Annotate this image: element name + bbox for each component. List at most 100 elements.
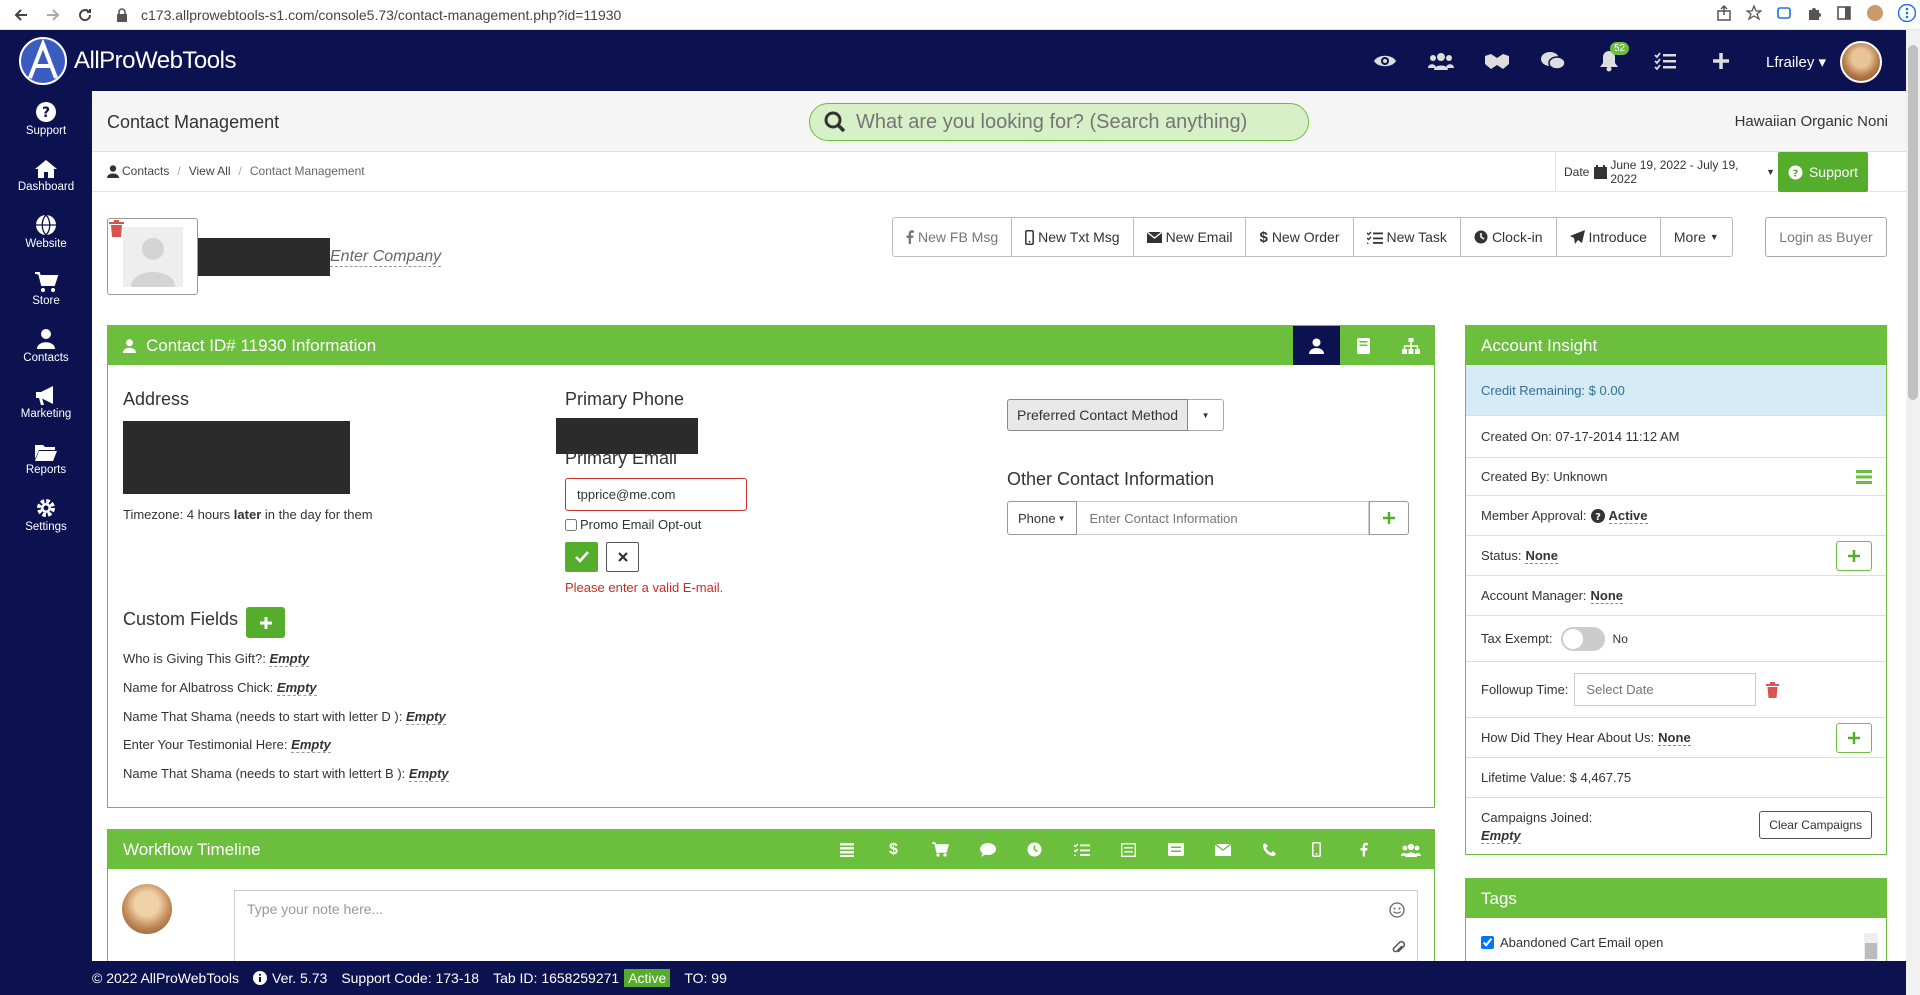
redacted-address[interactable] [123,421,350,494]
introduce-button[interactable]: Introduce [1555,217,1661,257]
email-field[interactable] [565,478,747,511]
note-icon[interactable] [1152,830,1199,869]
status-value[interactable]: None [1525,548,1558,564]
note-input[interactable]: Type your note here... [234,890,1418,970]
sidebar-item-reports[interactable]: Reports [0,431,92,488]
member-approval-value[interactable]: Active [1608,508,1648,524]
share-icon[interactable] [1716,5,1732,21]
date-range-picker[interactable]: Date June 19, 2022 - July 19, 2022 ▼ [1555,152,1775,192]
tags-scrollbar[interactable] [1864,933,1878,963]
sidebar-item-support[interactable]: ? Support [0,91,92,148]
tab-hierarchy-sitemap-icon[interactable] [1387,326,1434,365]
scrollbar-thumb[interactable] [1908,45,1918,400]
add-custom-field-button[interactable] [246,607,285,638]
tab-contact-user-icon[interactable] [1293,326,1340,365]
dollar-icon[interactable]: $ [870,830,917,869]
back-icon[interactable] [12,6,30,24]
sidebar-item-marketing[interactable]: Marketing [0,374,92,431]
sidebar-item-store[interactable]: Store [0,261,92,318]
puzzle-icon[interactable] [1806,5,1822,21]
bell-icon[interactable]: 52 [1592,41,1630,78]
users-icon[interactable] [1387,830,1434,869]
search-icon [824,111,846,133]
emoji-icon[interactable] [1389,902,1405,918]
custom-field-row: Name That Shama (needs to start with let… [123,766,449,782]
breadcrumb-view-all[interactable]: View All [189,164,231,178]
reload-icon[interactable] [76,6,94,24]
preferred-contact-dropdown[interactable]: Preferred Contact Method ▼ [1007,399,1225,431]
new-txt-msg-button[interactable]: New Txt Msg [1011,217,1134,257]
new-task-button[interactable]: New Task [1352,217,1461,257]
custom-field-value[interactable]: Empty [406,709,446,725]
sidepanel-icon[interactable] [1836,5,1852,21]
promo-optout-checkbox[interactable] [565,518,577,531]
custom-field-value[interactable]: Empty [269,651,310,667]
eye-icon[interactable] [1368,44,1402,78]
followup-date-input[interactable] [1574,673,1757,706]
form-icon[interactable] [1105,830,1152,869]
save-email-button[interactable] [565,542,598,572]
tab-notes-book-icon[interactable] [1340,326,1387,365]
envelope-icon[interactable] [1199,830,1246,869]
list-icon[interactable] [1856,469,1872,484]
paperclip-icon[interactable] [1391,940,1405,956]
new-fb-msg-button[interactable]: New FB Msg [892,217,1013,257]
custom-field-value[interactable]: Empty [291,737,331,753]
star-icon[interactable] [1746,5,1762,21]
delete-icon[interactable] [109,220,124,237]
logo[interactable]: AllProWebTools [18,36,236,86]
support-button[interactable]: ? Support [1778,152,1868,192]
add-hear-about-button[interactable] [1836,722,1872,753]
login-as-buyer-button[interactable]: Login as Buyer [1765,217,1887,257]
sidebar-item-contacts[interactable]: Contacts [0,317,92,374]
all-list-icon[interactable] [823,830,870,869]
user-icon [107,164,119,178]
menu-dots-icon[interactable] [1898,4,1916,22]
add-contact-info-button[interactable] [1368,501,1409,535]
users-icon[interactable] [1424,44,1458,78]
clock-icon[interactable] [1011,830,1058,869]
facebook-icon[interactable] [1340,830,1387,869]
new-order-button[interactable]: $ New Order [1245,217,1354,257]
new-email-button[interactable]: New Email [1132,217,1247,257]
contact-info-input[interactable] [1076,501,1369,535]
clear-campaigns-button[interactable]: Clear Campaigns [1759,811,1872,839]
campaigns-value[interactable]: Empty [1481,828,1521,844]
tax-exempt-toggle[interactable] [1560,626,1605,651]
handshake-icon[interactable] [1480,44,1514,78]
plus-icon[interactable] [1704,44,1738,78]
phone-icon[interactable] [1246,830,1293,869]
sidebar-item-dashboard[interactable]: Dashboard [0,148,92,205]
comment-icon[interactable] [964,830,1011,869]
add-status-button[interactable] [1836,540,1872,571]
breadcrumb-contacts[interactable]: Contacts [122,164,169,178]
address-bar[interactable]: c173.allprowebtools-s1.com/console5.73/c… [141,7,621,23]
sidebar-item-website[interactable]: Website [0,204,92,261]
search-box[interactable] [809,103,1309,141]
user-dropdown[interactable]: Lfrailey ▾ [1766,53,1826,71]
hear-about-value[interactable]: None [1658,730,1691,746]
mobile-icon[interactable] [1293,830,1340,869]
delete-icon[interactable] [1766,681,1780,698]
extension-icon[interactable] [1776,5,1792,21]
tag-checkbox[interactable] [1481,936,1494,949]
question-icon[interactable]: ? [1590,508,1605,523]
custom-field-value[interactable]: Empty [276,680,317,696]
custom-field-value[interactable]: Empty [408,766,449,782]
cart-icon[interactable] [917,830,964,869]
clock-in-button[interactable]: Clock-in [1459,217,1557,257]
sidebar-item-settings[interactable]: Settings [0,487,92,544]
avatar[interactable] [1840,41,1882,83]
caret-down-icon[interactable]: ▼ [1188,399,1225,431]
search-input[interactable] [856,110,1296,134]
phone-type-select[interactable]: Phone ▼ [1007,501,1077,535]
more-button[interactable]: More ▼ [1659,217,1733,257]
forward-icon[interactable] [44,6,62,24]
profile-icon[interactable] [1866,4,1884,22]
tasks-icon[interactable] [1648,44,1682,78]
tasks-icon[interactable] [1058,830,1105,869]
cancel-email-button[interactable] [606,542,639,572]
company-field[interactable]: Enter Company [330,248,442,267]
account-manager-value[interactable]: None [1590,588,1624,604]
chat-icon[interactable] [1536,44,1570,78]
